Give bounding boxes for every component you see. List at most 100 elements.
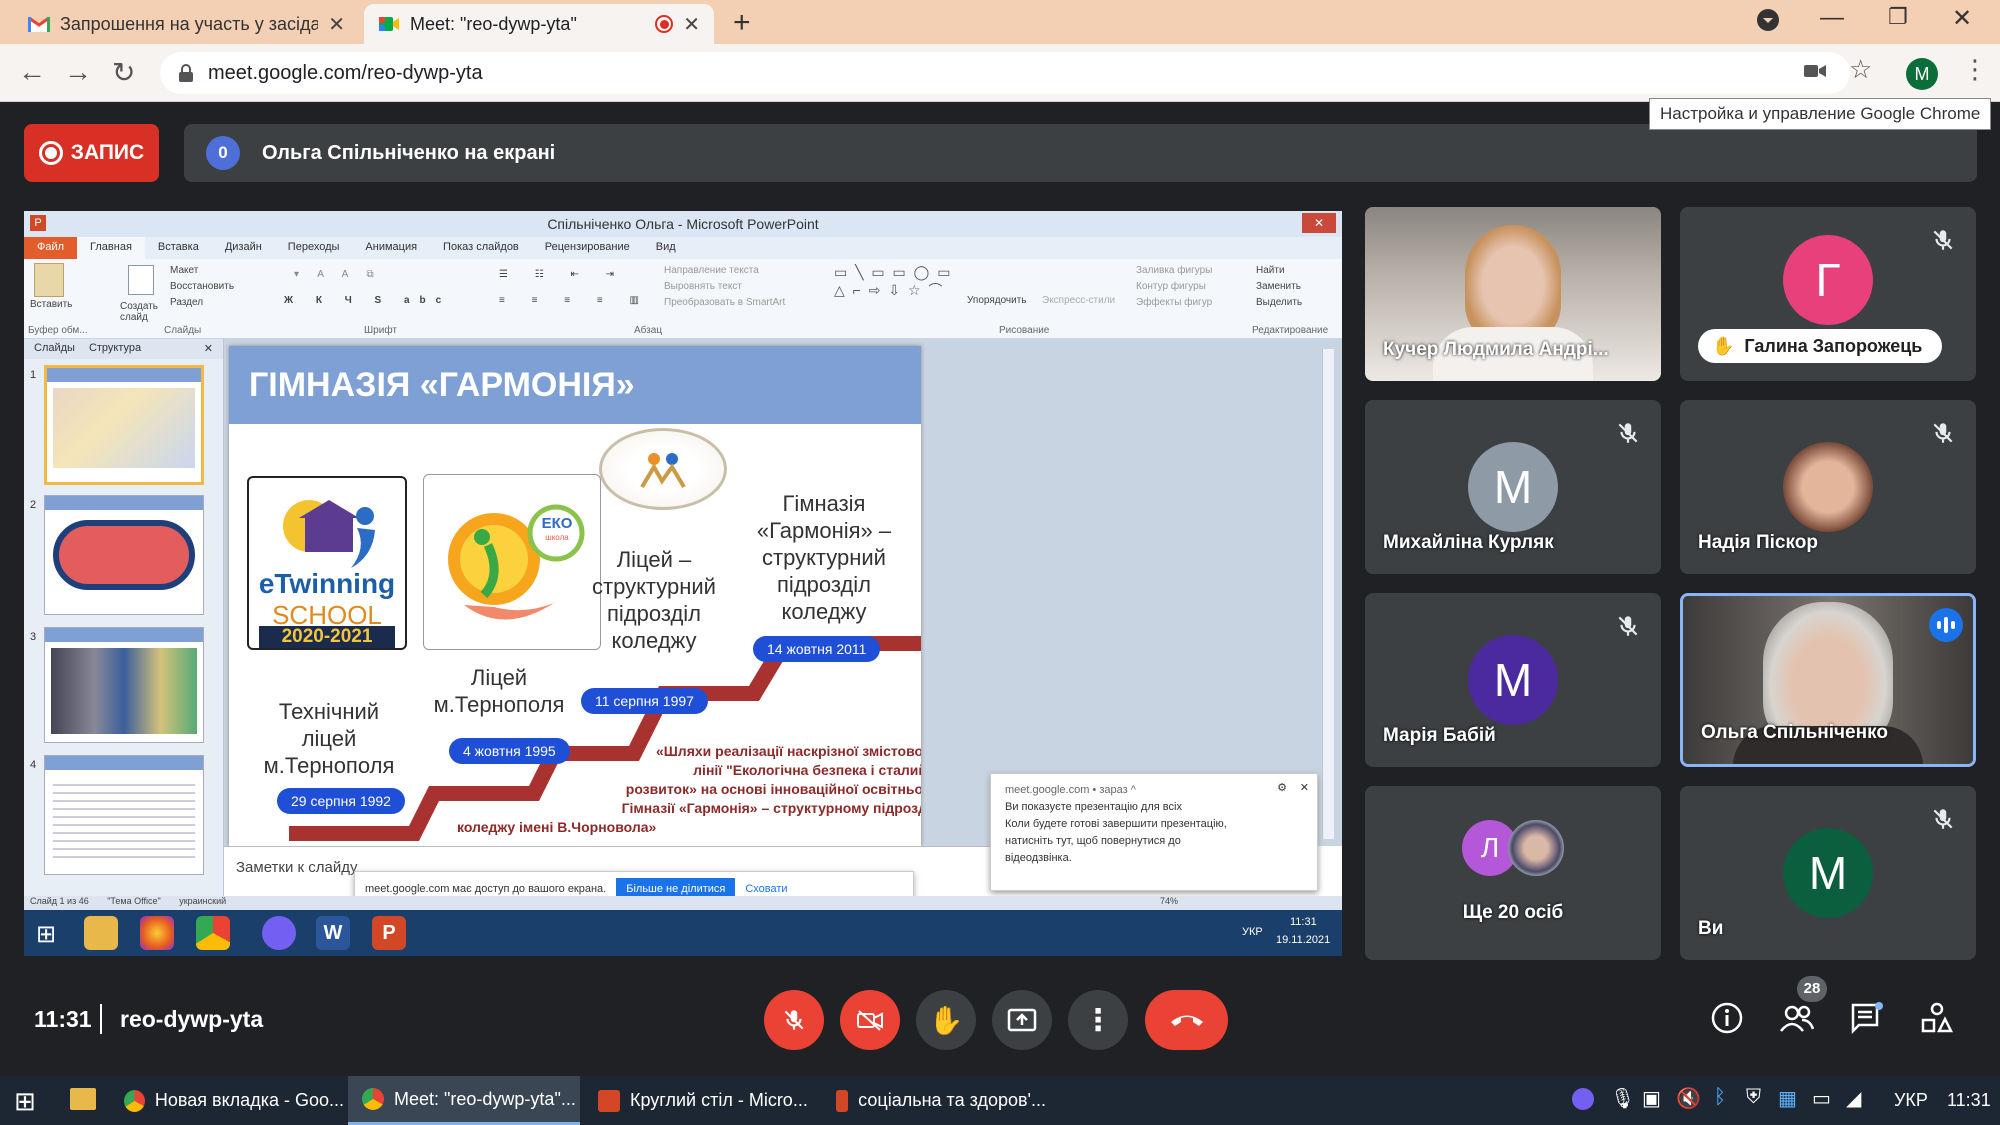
battery-icon[interactable]: ▭ <box>1812 1086 1831 1111</box>
section-button[interactable]: Раздел <box>170 297 203 308</box>
more-options-button[interactable]: ⋮ <box>1068 990 1128 1050</box>
participant-tile[interactable]: Надія Піскор <box>1680 400 1976 574</box>
raise-hand-button[interactable]: ✋ <box>916 990 976 1050</box>
participant-tile[interactable]: М Марія Бабій <box>1365 593 1661 767</box>
close-window-icon[interactable]: ✕ <box>1952 4 1972 33</box>
mic-toggle-button[interactable] <box>764 990 824 1050</box>
chrome-menu-icon[interactable]: ⋮ <box>1962 54 1988 85</box>
file-explorer-icon[interactable] <box>70 1088 96 1110</box>
reload-icon[interactable]: ↻ <box>112 56 135 89</box>
tab-search-icon[interactable] <box>1756 8 1780 39</box>
ribbon-tab-slideshow[interactable]: Показ слайдов <box>430 237 532 259</box>
express-styles-button[interactable]: Экспресс-стили <box>1042 295 1115 306</box>
restore-button[interactable]: Восстановить <box>170 281 234 292</box>
smartart-button[interactable]: Преобразовать в SmartArt <box>664 297 785 308</box>
ribbon-tab-insert[interactable]: Вставка <box>145 237 212 259</box>
taskbar-app[interactable]: соціальна та здоров'... <box>822 1076 1046 1125</box>
participant-tile[interactable]: Кучер Людмила Андрі... <box>1365 207 1661 381</box>
replace-button[interactable]: Заменить <box>1256 281 1301 292</box>
minimize-icon[interactable]: — <box>1820 4 1844 32</box>
bookmark-star-icon[interactable]: ☆ <box>1849 54 1872 85</box>
pane-tab-slides[interactable]: Слайды <box>34 342 75 356</box>
ribbon-tab-design[interactable]: Дизайн <box>212 237 275 259</box>
notification-settings-icon[interactable]: ⚙ <box>1277 780 1287 797</box>
ribbon-tab-home[interactable]: Главная <box>77 237 145 259</box>
taskbar-clock[interactable]: 11:31 <box>1947 1090 1991 1111</box>
align-buttons[interactable]: ≡ ≡ ≡ ≡ ▥ <box>499 295 651 306</box>
font-controls[interactable]: ▾ A A ⧉ <box>294 269 382 280</box>
close-tab-icon[interactable]: ✕ <box>328 12 345 37</box>
arrange-button[interactable]: Упорядочить <box>967 295 1027 306</box>
volume-muted-icon[interactable]: 🔇 <box>1676 1086 1701 1111</box>
notification-close-icon[interactable]: ✕ <box>1300 780 1309 797</box>
shape-outline-button[interactable]: Контур фигуры <box>1136 281 1206 292</box>
security-tray-icon[interactable]: ⛨ <box>1746 1086 1761 1109</box>
participant-tile-speaking[interactable]: Ольга Спільніченко <box>1680 593 1976 767</box>
pane-tab-outline[interactable]: Структура <box>89 342 141 356</box>
new-tab-button[interactable]: + <box>733 6 751 40</box>
network-app-icon[interactable]: ▦ <box>1778 1086 1797 1111</box>
windows-start-icon[interactable]: ⊞ <box>14 1086 36 1117</box>
text-direction-button[interactable]: Направление текста <box>664 265 759 276</box>
pane-close-icon[interactable]: ✕ <box>204 342 213 356</box>
camera-toggle-button[interactable] <box>840 990 900 1050</box>
slide-thumbnail-3[interactable] <box>44 627 204 743</box>
forward-icon[interactable]: → <box>64 56 92 88</box>
ribbon-tab-review[interactable]: Рецензирование <box>532 237 643 259</box>
hand-icon: ✋ <box>1712 335 1735 356</box>
microphone-tray-icon[interactable]: 🎙 <box>1610 1086 1635 1111</box>
tab-gmail[interactable]: Запрошення на участь у засіда ✕ <box>14 4 359 44</box>
taskbar-language[interactable]: УКР <box>1894 1090 1928 1111</box>
shape-effects-button[interactable]: Эффекты фигур <box>1136 297 1212 308</box>
notification-line: відеодзвінка. <box>1005 852 1072 864</box>
ribbon-tab-transitions[interactable]: Переходы <box>275 237 353 259</box>
slide-thumbnail-4[interactable] <box>44 755 204 875</box>
shape-fill-button[interactable]: Заливка фигуры <box>1136 265 1212 276</box>
paste-icon[interactable] <box>34 263 64 297</box>
chrome-notification[interactable]: meet.google.com • зараз ^ Ви показуєте п… <box>990 773 1318 891</box>
back-icon[interactable]: ← <box>18 56 46 88</box>
camera-icon[interactable] <box>1804 62 1826 85</box>
participants-button[interactable] <box>1777 998 1817 1038</box>
ppt-close-icon[interactable]: ✕ <box>1302 213 1336 233</box>
url-field[interactable]: meet.google.com/reo-dywp-yta <box>160 52 1850 94</box>
present-button[interactable] <box>992 990 1052 1050</box>
tab-meet[interactable]: Meet: "reo-dywp-yta" ✕ <box>364 4 714 44</box>
more-participants-tile[interactable]: Л Ще 20 осіб <box>1365 786 1661 960</box>
shapes-gallery[interactable]: ▭ ╲ ▭ ▭ ◯ ▭ △ ⌐ ⇨ ⇩ ☆ ⌒ <box>834 263 954 303</box>
ribbon-tab-file[interactable]: Файл <box>24 237 78 259</box>
activities-button[interactable] <box>1917 998 1957 1038</box>
taskbar-app[interactable]: Круглий стіл - Micro... <box>584 1076 818 1125</box>
create-slide-button[interactable]: Создать слайд <box>120 301 166 323</box>
slide-scrollbar[interactable] <box>1322 349 1334 839</box>
select-button[interactable]: Выделить <box>1256 297 1302 308</box>
viber-tray-icon[interactable] <box>1572 1088 1594 1110</box>
ribbon-tab-view[interactable]: Вид <box>643 237 689 259</box>
taskbar-app[interactable]: Новая вкладка - Goo... <box>110 1076 344 1125</box>
align-text-button[interactable]: Выровнять текст <box>664 281 742 292</box>
participant-tile[interactable]: М Михайліна Курляк <box>1365 400 1661 574</box>
profile-avatar[interactable]: M <box>1906 58 1938 90</box>
hide-bar-button[interactable]: Сховати <box>745 883 787 895</box>
wifi-icon[interactable]: ◢ <box>1846 1086 1861 1111</box>
meeting-details-button[interactable] <box>1707 998 1747 1038</box>
chat-button[interactable] <box>1847 998 1887 1038</box>
ribbon-tab-animation[interactable]: Анимация <box>352 237 430 259</box>
paste-button[interactable]: Вставить <box>30 299 72 310</box>
find-button[interactable]: Найти <box>1256 265 1285 276</box>
restore-icon[interactable]: ❐ <box>1888 4 1908 30</box>
leave-call-button[interactable] <box>1145 990 1228 1050</box>
display-tray-icon[interactable]: ▣ <box>1642 1086 1661 1111</box>
close-tab-icon[interactable]: ✕ <box>683 12 700 37</box>
slide-thumbnail-1[interactable] <box>44 365 204 485</box>
slide-thumbnail-2[interactable] <box>44 495 204 615</box>
list-buttons[interactable]: ☰ ☷ ⇤ ⇥ <box>499 269 626 280</box>
bluetooth-icon[interactable]: ᛒ <box>1714 1086 1726 1109</box>
participant-tile[interactable]: Г ✋ Галина Запорожець <box>1680 207 1976 381</box>
pinned-name-chip[interactable]: ✋ Галина Запорожець <box>1698 329 1943 363</box>
recording-badge[interactable]: ЗАПИС <box>24 124 159 182</box>
taskbar-app-active[interactable]: Meet: "reo-dywp-yta"... <box>348 1076 580 1125</box>
self-tile[interactable]: М Ви <box>1680 786 1976 960</box>
layout-button[interactable]: Макет <box>170 265 198 276</box>
font-style-buttons[interactable]: Ж К Ч S abc <box>284 295 451 306</box>
